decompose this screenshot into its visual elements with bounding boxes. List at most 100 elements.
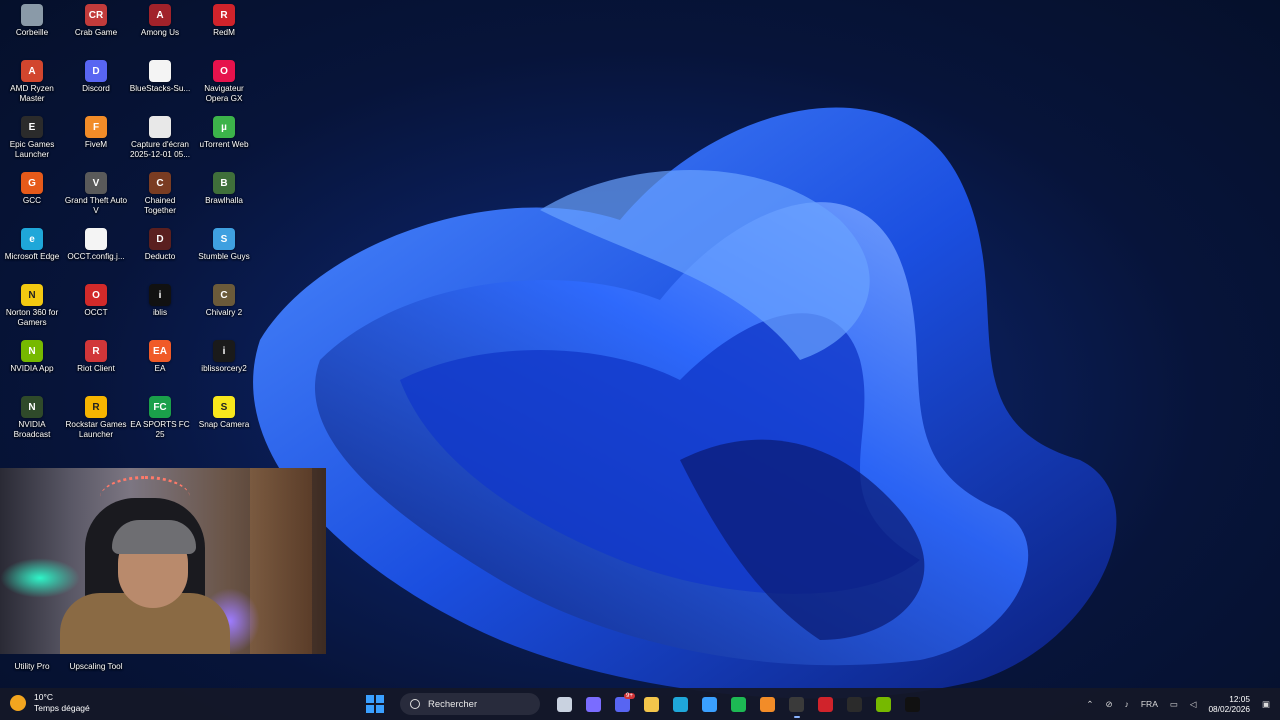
search-icon — [410, 699, 420, 709]
desktop-icon[interactable]: R Rockstar Games Launcher — [64, 392, 128, 448]
ea-icon: EA — [149, 340, 171, 362]
desktop-icon-label: Upscaling Tool — [69, 662, 123, 671]
desktop-icon[interactable]: µ uTorrent Web — [192, 112, 256, 168]
desktop-icon[interactable]: G GCC — [0, 168, 64, 224]
taskbar-copilot[interactable] — [579, 688, 608, 720]
desktop-icon[interactable]: C Chivalry 2 — [192, 280, 256, 336]
gta5-icon: V — [85, 172, 107, 194]
desktop-icon[interactable]: CR Crab Game — [64, 0, 128, 56]
crab-game-icon: CR — [85, 4, 107, 26]
desktop-icon[interactable]: EA EA — [128, 336, 192, 392]
taskbar-obs[interactable] — [782, 688, 811, 720]
taskbar-discord[interactable]: 9+ — [608, 688, 637, 720]
taskbar-explorer[interactable] — [637, 688, 666, 720]
desktop-icon-label: Capture d'écran 2025-12-01 05... — [129, 140, 191, 159]
desktop-icon-label: Navigateur Opera GX — [204, 84, 244, 103]
microphone-icon[interactable]: ♪ — [1125, 699, 1129, 709]
desktop-icon-label: FiveM — [84, 140, 108, 149]
volume-icon[interactable]: ◁ — [1190, 699, 1197, 710]
taskbar-nvidia[interactable] — [869, 688, 898, 720]
desktop-icon-label: Riot Client — [77, 364, 115, 373]
desktop-icon-label: Deducto — [144, 252, 176, 261]
search-label: Rechercher — [428, 698, 478, 710]
desktop-icon[interactable]: Corbeille — [0, 0, 64, 56]
desktop-icon-label: Among Us — [140, 28, 180, 37]
language-indicator[interactable]: FRA — [1141, 699, 1158, 709]
riot-icon: R — [85, 340, 107, 362]
desktop-icon[interactable]: A Among Us — [128, 0, 192, 56]
taskbar-spotify[interactable] — [724, 688, 753, 720]
taskbar-store[interactable] — [695, 688, 724, 720]
desktop-icon[interactable]: R RedM — [192, 0, 256, 56]
desktop-icon-label: Corbeille — [15, 28, 49, 37]
desktop-icon[interactable]: R Riot Client — [64, 336, 128, 392]
weather-temp: 10°C — [34, 692, 53, 702]
desktop-icon[interactable]: i iblis — [128, 280, 192, 336]
nvidia-icon — [876, 696, 891, 712]
notification-icon[interactable]: ▣ — [1262, 699, 1270, 710]
desktop-icon-label: iblissorcery2 — [201, 364, 247, 373]
desktop-icon[interactable]: V Grand Theft Auto V — [64, 168, 128, 224]
desktop-icon-label: GCC — [22, 196, 42, 205]
desktop-icon[interactable]: N NVIDIA App — [0, 336, 64, 392]
desktop-icon[interactable]: N Norton 360 for Gamers — [0, 280, 64, 336]
desktop-icon[interactable]: F FiveM — [64, 112, 128, 168]
desktop-icon[interactable]: S Stumble Guys — [192, 224, 256, 280]
chivalry2-icon: C — [213, 284, 235, 306]
file-icon — [85, 228, 107, 250]
desktop-icon[interactable]: A AMD Ryzen Master — [0, 56, 64, 112]
desktop-icon-label: BlueStacks-Su... — [129, 84, 191, 93]
taskbar-elgato[interactable] — [840, 688, 869, 720]
fivem-icon — [760, 696, 775, 712]
desktop-icon-label: RedM — [213, 28, 235, 37]
snap-camera-icon: S — [213, 396, 235, 418]
desktop-icon[interactable]: OCCT.config.j... — [64, 224, 128, 280]
file-icon — [149, 60, 171, 82]
desktop-icon[interactable]: C Chained Together — [128, 168, 192, 224]
desktop-icon[interactable]: S Snap Camera — [192, 392, 256, 448]
desktop-icon-label: Snap Camera — [198, 420, 250, 429]
screenshot-file-icon — [149, 116, 171, 138]
desktop-icon-label: NVIDIA Broadcast — [13, 420, 51, 439]
desktop-icon-label: Rockstar Games Launcher — [65, 420, 127, 439]
desktop-icon-label: Discord — [82, 84, 110, 93]
clock[interactable]: 12:05 08/02/2026 — [1208, 694, 1250, 714]
desktop-icon[interactable]: D Deducto — [128, 224, 192, 280]
chevron-up-icon[interactable]: ⌃ — [1086, 699, 1093, 710]
store-icon — [702, 696, 717, 712]
taskbar-rockstar[interactable] — [898, 688, 927, 720]
desktop-icon[interactable]: O OCCT — [64, 280, 128, 336]
utorrent-icon: µ — [213, 116, 235, 138]
desktop-icon[interactable]: FC EA SPORTS FC 25 — [128, 392, 192, 448]
desktop-icon-label: NVIDIA App — [10, 364, 54, 373]
desktop-icon[interactable]: D Discord — [64, 56, 128, 112]
camera-off-icon[interactable]: ⊘ — [1105, 699, 1112, 710]
weather-widget[interactable]: 10°C Temps dégagé — [10, 692, 90, 714]
desktop-icon[interactable]: e Microsoft Edge — [0, 224, 64, 280]
desktop-icon[interactable]: O Navigateur Opera GX — [192, 56, 256, 112]
taskbar-redm[interactable] — [811, 688, 840, 720]
desktop-icon-label: OCCT — [84, 308, 108, 317]
wallpaper-bloom — [253, 107, 1117, 699]
taskbar-edge[interactable] — [666, 688, 695, 720]
occt-icon: O — [85, 284, 107, 306]
clock-date: 08/02/2026 — [1208, 704, 1250, 714]
folder-icon — [644, 696, 659, 712]
desktop-icon[interactable]: BlueStacks-Su... — [128, 56, 192, 112]
desktop-icon[interactable]: i iblissorcery2 — [192, 336, 256, 392]
taskbar-search[interactable]: Rechercher — [400, 693, 540, 715]
desktop-icon-label: Epic Games Launcher — [9, 140, 55, 159]
desktop-icon[interactable]: Capture d'écran 2025-12-01 05... — [128, 112, 192, 168]
taskbar-fivem[interactable] — [753, 688, 782, 720]
desktop-icon-label: Utility Pro — [14, 662, 50, 671]
desktop-icon[interactable]: N NVIDIA Broadcast — [0, 392, 64, 448]
system-tray: ⌃ ⊘ ♪ FRA ▭ ◁ 12:05 08/02/2026 ▣ — [1074, 688, 1270, 720]
stumble-guys-icon: S — [213, 228, 235, 250]
desktop-icon[interactable]: E Epic Games Launcher — [0, 112, 64, 168]
network-icon[interactable]: ▭ — [1170, 699, 1178, 710]
start-button[interactable] — [366, 695, 384, 713]
redm-icon — [818, 696, 833, 712]
fivem-icon: F — [85, 116, 107, 138]
desktop-icon[interactable]: B Brawlhalla — [192, 168, 256, 224]
taskbar-task-view[interactable] — [550, 688, 579, 720]
